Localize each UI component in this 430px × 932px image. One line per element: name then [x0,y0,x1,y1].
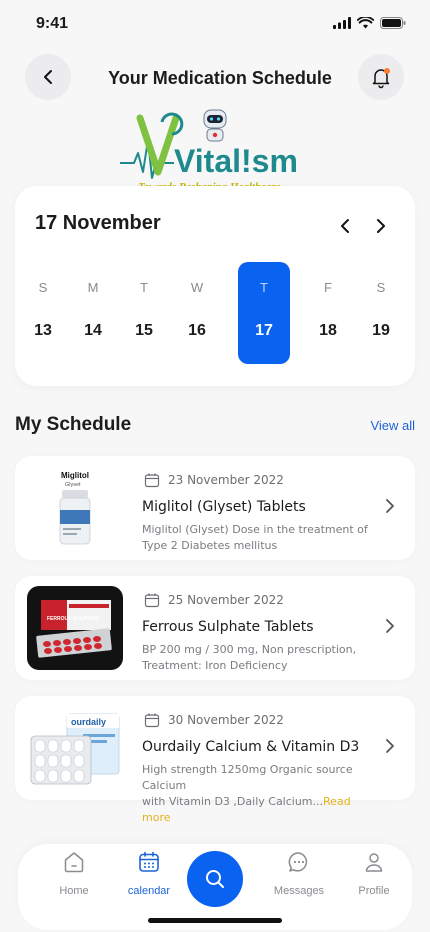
day-number: 19 [372,322,390,339]
day-number: 13 [34,322,52,339]
calendar-icon [144,593,160,608]
nav-label: Home [59,885,89,897]
nav-home[interactable]: Home [39,850,109,897]
page-title: Your Medication Schedule [108,68,332,88]
chevron-right-icon[interactable] [385,618,395,634]
calendar-month-label: 17 November [35,212,161,234]
status-icons [333,17,406,29]
calendar-day[interactable]: W 16 [171,262,223,364]
home-indicator [148,918,282,923]
medication-date-row: 23 November 2022 [144,472,284,488]
medication-date: 23 November 2022 [168,473,284,487]
calendar-next-button[interactable] [371,214,391,238]
miglitol-pack-image: Miglitol Glyset [59,471,91,545]
day-number: 17 [255,322,273,339]
notification-button[interactable] [358,54,404,100]
description-line: High strength 1250mg Organic source Calc… [142,763,353,792]
description-line: Miglitol (Glyset) Dose in the treatment … [142,523,368,536]
medication-description: Miglitol (Glyset) Dose in the treatment … [142,522,370,554]
ourdaily-pack-image: ourdaily [30,713,120,785]
section-title: My Schedule [15,414,132,435]
description-line: with Vitamin D3 ,Daily Calcium...Read mo… [142,794,370,826]
calendar-icon [139,851,159,872]
day-letter: W [190,280,204,295]
medication-date-row: 30 November 2022 [144,712,284,728]
day-number: 16 [188,322,206,339]
day-letter: M [87,280,99,295]
medication-name: Ourdaily Calcium & Vitamin D3 [142,739,360,755]
svg-text:Miglitol: Miglitol [61,471,89,480]
battery-icon [380,17,406,29]
nav-messages[interactable]: Messages [264,850,334,897]
calendar-card: 17 November S 13 M 14 T 15 W 16 T 17 F 18 S 19 [15,186,415,386]
nav-label: calendar [127,885,171,897]
wifi-icon [357,17,374,29]
bell-icon [372,68,390,89]
day-letter: S [376,280,386,295]
svg-text:ourdaily: ourdaily [71,717,106,727]
chevron-right-icon [377,219,385,233]
chevron-left-icon [341,219,349,233]
signal-icon [333,17,351,29]
description-line: BP 200 mg / 300 mg, Non prescription, [142,643,357,656]
chevron-right-icon[interactable] [385,738,395,754]
vitalism-logo: Vital!sm Towards Reshaping Healthcare [120,109,298,193]
day-letter: T [140,280,148,295]
medication-date: 30 November 2022 [168,713,284,727]
nav-profile[interactable]: Profile [339,850,409,897]
day-number: 15 [135,322,153,339]
chevron-left-icon [44,70,52,84]
ferrous-sulphate-pack-image: FERROUS SULPHATE [27,586,123,670]
calendar-day-selected[interactable]: T 17 [238,262,290,364]
medication-card[interactable]: ourdaily 30 November 2022 Ourdaily Calci… [15,696,415,824]
description-line: Type 2 Diabetes mellitus [142,539,278,552]
description-line: Treatment: Iron Deficiency [142,659,288,672]
nav-label: Messages [273,885,325,897]
medication-description: BP 200 mg / 300 mg, Non prescription, Tr… [142,642,370,674]
calendar-day[interactable]: F 18 [302,262,354,364]
nav-label: Profile [358,885,390,897]
chat-bubble-icon [288,852,308,872]
chevron-right-icon[interactable] [385,498,395,514]
calendar-icon [144,713,160,728]
medication-name: Miglitol (Glyset) Tablets [142,499,306,515]
calendar-icon [144,473,160,488]
view-all-link[interactable]: View all [370,418,415,433]
medication-name: Ferrous Sulphate Tablets [142,619,314,635]
status-bar: 9:41 [0,0,430,48]
medication-description: High strength 1250mg Organic source Calc… [142,762,370,826]
medication-card[interactable]: Miglitol Glyset 23 November 2022 Miglito… [15,456,415,560]
search-button[interactable] [187,851,243,907]
svg-text:Glyset: Glyset [65,482,81,488]
nav-calendar[interactable]: calendar [114,850,184,897]
day-letter: S [38,280,48,295]
calendar-day[interactable]: S 13 [17,262,69,364]
calendar-prev-button[interactable] [335,214,355,238]
svg-text:FERROUS SULPHATE: FERROUS SULPHATE [47,616,100,622]
medication-date: 25 November 2022 [168,593,284,607]
description-text: with Vitamin D3 ,Daily Calcium... [142,795,324,808]
home-icon [64,852,84,873]
day-letter: F [324,280,332,295]
logo-wordmark: Vital!sm [174,143,298,179]
day-number: 14 [84,322,102,339]
day-letter: T [260,280,268,295]
medication-date-row: 25 November 2022 [144,592,284,608]
medication-card[interactable]: FERROUS SULPHATE 25 November 2022 Ferrou… [15,576,415,680]
calendar-day[interactable]: T 15 [118,262,170,364]
day-number: 18 [319,322,337,339]
robot-mascot-icon [203,109,227,142]
calendar-day[interactable]: M 14 [67,262,119,364]
search-icon [206,870,224,888]
back-button[interactable] [25,54,71,100]
status-time: 9:41 [36,15,69,32]
profile-icon [365,853,383,872]
calendar-day[interactable]: S 19 [355,262,407,364]
